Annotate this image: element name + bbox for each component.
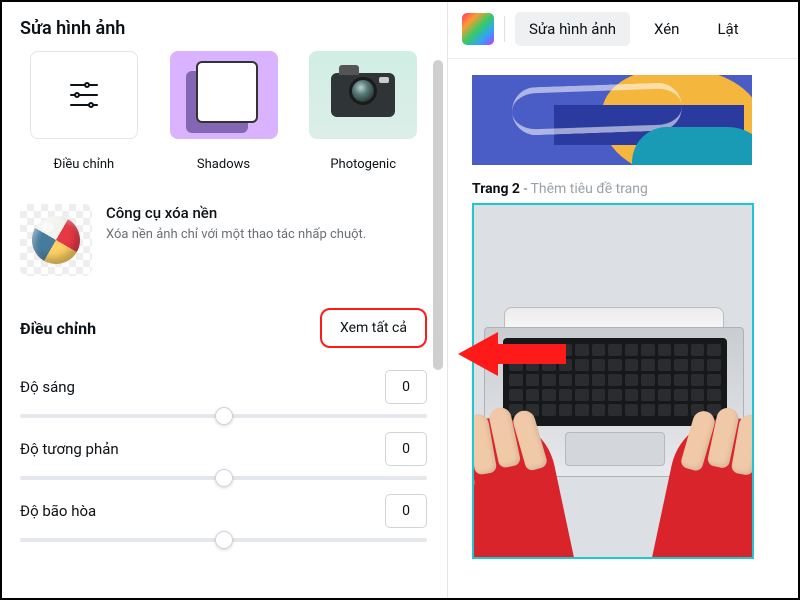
slider-thumb[interactable]	[215, 469, 233, 487]
slider-label: Độ bão hòa	[20, 502, 96, 520]
top-toolbar: Sửa hình ảnh Xén Lật	[448, 0, 800, 59]
page-number: Trang 2	[472, 181, 520, 197]
effect-label: Shadows	[197, 157, 250, 172]
panel-scrollbar[interactable]	[433, 60, 443, 370]
bg-remover-title: Công cụ xóa nền	[106, 204, 366, 222]
crop-button[interactable]: Xén	[640, 12, 693, 46]
slider-brightness: Độ sáng	[20, 370, 427, 418]
slider-label: Độ sáng	[20, 378, 75, 396]
see-all-button[interactable]: Xem tất cả	[320, 308, 427, 348]
flip-button[interactable]: Lật	[703, 12, 752, 46]
canvas-area: Sửa hình ảnh Xén Lật Trang 2 - Thêm tiêu…	[448, 0, 800, 600]
color-picker-button[interactable]	[462, 13, 494, 45]
effects-row: Điều chỉnh Shadows Photogenic	[0, 51, 447, 182]
page-separator: -	[520, 181, 531, 197]
page-label[interactable]: Trang 2 - Thêm tiêu đề trang	[472, 181, 800, 197]
slider-contrast: Độ tương phản	[20, 432, 427, 480]
photogenic-icon	[309, 51, 417, 139]
edit-image-panel: Sửa hình ảnh Điều chỉnh Shadows	[0, 0, 448, 600]
slider-value-input[interactable]	[385, 432, 427, 466]
adjust-section-title: Điều chỉnh	[20, 319, 96, 338]
bg-remover-icon	[20, 204, 92, 276]
slider-thumb[interactable]	[215, 531, 233, 549]
selected-image-frame[interactable]	[472, 203, 754, 559]
adjust-icon	[30, 51, 138, 139]
effect-label: Photogenic	[330, 157, 396, 172]
slider-label: Độ tương phản	[20, 440, 119, 458]
slider-thumb[interactable]	[215, 407, 233, 425]
slider-value-input[interactable]	[385, 370, 427, 404]
adjust-section-header: Điều chỉnh Xem tất cả	[0, 308, 447, 348]
edit-image-button[interactable]: Sửa hình ảnh	[515, 12, 630, 46]
effect-shadows[interactable]: Shadows	[160, 51, 288, 172]
slider-track[interactable]	[20, 538, 427, 542]
slider-saturation: Độ bão hòa	[20, 494, 427, 542]
bg-remover-desc: Xóa nền ảnh chỉ với một thao tác nhấp ch…	[106, 226, 366, 244]
panel-title: Sửa hình ảnh	[0, 0, 447, 51]
page-1-preview[interactable]	[472, 75, 752, 165]
background-remover-tool[interactable]: Công cụ xóa nền Xóa nền ảnh chỉ với một …	[20, 200, 427, 300]
effect-photogenic[interactable]: Photogenic	[299, 51, 427, 172]
effect-label: Điều chỉnh	[53, 157, 114, 172]
slider-value-input[interactable]	[385, 494, 427, 528]
shadows-icon	[170, 51, 278, 139]
slider-track[interactable]	[20, 476, 427, 480]
toolbar-divider	[504, 16, 505, 42]
adjust-sliders: Độ sáng Độ tương phản Độ bão hòa	[0, 348, 447, 542]
page-title-placeholder: Thêm tiêu đề trang	[531, 181, 648, 197]
slider-track[interactable]	[20, 414, 427, 418]
effect-adjust[interactable]: Điều chỉnh	[20, 51, 148, 172]
